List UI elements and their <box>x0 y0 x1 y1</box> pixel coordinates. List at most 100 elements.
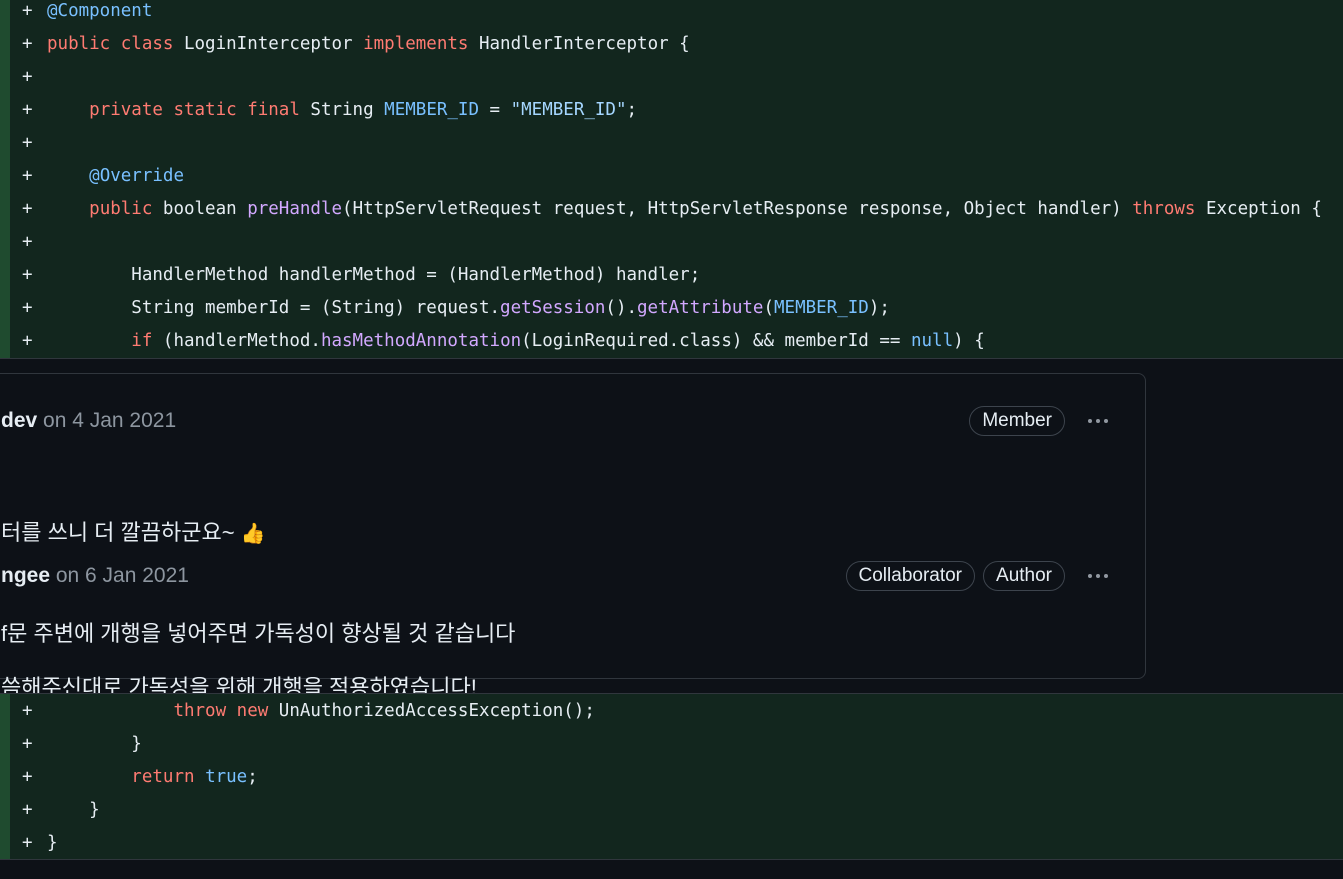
comment-date[interactable]: on 6 Jan 2021 <box>50 564 189 587</box>
diff-hunk-top: + @Component + public class LoginIntercepto… <box>0 0 1343 359</box>
comment-options-button[interactable] <box>1081 561 1115 591</box>
code-token: hasMethodAnnotation <box>320 331 522 351</box>
code-token: @Component <box>47 1 153 21</box>
code-token: ) { <box>953 331 985 351</box>
code-token: ); <box>868 298 890 318</box>
code-token: ; <box>247 767 258 787</box>
code-token: String <box>299 100 385 120</box>
code-token: if <box>131 331 153 351</box>
comment-badges: Collaborator Author <box>845 561 1065 591</box>
code-token: HandlerInterceptor { <box>468 34 690 54</box>
diff-line[interactable]: + @Component <box>0 0 1343 28</box>
diff-added-marker: + <box>22 833 33 853</box>
diff-added-marker: + <box>22 265 33 285</box>
diff-code: throw new UnAuthorizedAccessException(); <box>47 695 595 728</box>
code-token: getAttribute <box>637 298 764 318</box>
code-token: = <box>479 100 511 120</box>
diff-line[interactable]: +} <box>0 827 1343 860</box>
code-token: LoginInterceptor <box>173 34 364 54</box>
code-token: UnAuthorizedAccessException(); <box>268 701 595 721</box>
diff-code: private static final String MEMBER_ID = … <box>47 94 637 127</box>
code-token: String memberId = (String) request. <box>47 298 501 318</box>
author-badge: Author <box>983 561 1065 591</box>
diff-added-marker: + <box>22 133 33 153</box>
diff-code: return true; <box>47 761 258 794</box>
diff-line[interactable]: + if (handlerMethod.hasMethodAnnotation(… <box>0 325 1343 358</box>
code-token: MEMBER_ID <box>384 100 479 120</box>
diff-line[interactable]: + HandlerMethod handlerMethod = (Handler… <box>0 259 1343 292</box>
code-token: throw new <box>173 701 269 721</box>
code-token: null <box>910 331 954 351</box>
thumbs-up-icon: 👍 <box>240 523 266 545</box>
code-token: (LoginRequired.class) && memberId == <box>521 331 911 351</box>
code-token: } <box>47 800 100 820</box>
diff-code: } <box>47 827 58 860</box>
diff-line[interactable]: + } <box>0 728 1343 761</box>
comment-author[interactable]: ngee <box>1 564 50 587</box>
code-token: ; <box>626 100 638 120</box>
code-token: MEMBER_ID <box>774 298 869 318</box>
code-token: (handlerMethod. <box>152 331 321 351</box>
diff-code: @Override <box>47 160 184 193</box>
code-token: public class <box>47 34 174 54</box>
kebab-dot-icon <box>1088 574 1092 578</box>
code-token: ( <box>763 298 774 318</box>
diff-added-marker: + <box>22 1 33 21</box>
diff-code: public boolean preHandle(HttpServletRequ… <box>47 193 1322 226</box>
code-token: implements <box>363 34 469 54</box>
diff-added-marker: + <box>22 232 33 252</box>
diff-code: @Component <box>47 0 152 28</box>
code-token: Exception { <box>1195 199 1322 219</box>
diff-added-marker: + <box>22 767 33 787</box>
diff-line[interactable]: + return true; <box>0 761 1343 794</box>
diff-added-marker: + <box>22 34 33 54</box>
comment-header: dev on 4 Jan 2021 <box>1 404 176 438</box>
diff-line[interactable]: + public boolean preHandle(HttpServletRe… <box>0 193 1343 226</box>
diff-line[interactable]: + @Override <box>0 160 1343 193</box>
diff-hunk-bottom: + throw new UnAuthorizedAccessException(… <box>0 693 1343 860</box>
code-token: } <box>47 734 142 754</box>
diff-added-marker: + <box>22 67 33 87</box>
comment-date[interactable]: on 4 Jan 2021 <box>37 409 176 432</box>
review-thread-area: dev on 4 Jan 2021 Member 터를 쓰니 더 깔끔하군요~ … <box>0 359 1343 700</box>
code-token: getSession <box>500 298 606 318</box>
code-token: "MEMBER_ID" <box>510 100 627 120</box>
code-token: boolean <box>152 199 248 219</box>
code-token: (). <box>605 298 638 318</box>
code-token: HandlerMethod handlerMethod = (HandlerMe… <box>47 265 701 285</box>
code-token: } <box>47 833 58 853</box>
code-token: (HttpServletRequest request, HttpServlet… <box>342 199 1133 219</box>
kebab-dot-icon <box>1104 419 1108 423</box>
comment-header: ngee on 6 Jan 2021 <box>1 559 189 593</box>
diff-added-marker: + <box>22 734 33 754</box>
code-token: private static final <box>89 100 300 120</box>
diff-line[interactable]: + throw new UnAuthorizedAccessException(… <box>0 695 1343 728</box>
diff-code: String memberId = (String) request.getSe… <box>47 292 890 325</box>
diff-added-marker: + <box>22 100 33 120</box>
diff-line[interactable]: + public class LoginInterceptor implement… <box>0 28 1343 61</box>
diff-line[interactable]: + <box>0 61 1343 94</box>
diff-code: if (handlerMethod.hasMethodAnnotation(Lo… <box>47 325 985 358</box>
diff-code: public class LoginInterceptor implements… <box>47 28 690 61</box>
code-token: true <box>205 767 248 787</box>
code-token: throws <box>1132 199 1196 219</box>
diff-line[interactable]: + private static final String MEMBER_ID … <box>0 94 1343 127</box>
diff-line[interactable]: + String memberId = (String) request.get… <box>0 292 1343 325</box>
comment-author[interactable]: dev <box>1 409 37 432</box>
diff-added-marker: + <box>22 701 33 721</box>
collaborator-badge: Collaborator <box>845 561 976 591</box>
diff-line[interactable]: + } <box>0 794 1343 827</box>
diff-line[interactable]: + <box>0 226 1343 259</box>
code-token: return <box>131 767 195 787</box>
diff-code: } <box>47 794 100 827</box>
comment-badges: Member <box>969 406 1065 436</box>
diff-code: } <box>47 728 142 761</box>
diff-line[interactable]: + <box>0 127 1343 160</box>
comment-options-button[interactable] <box>1081 406 1115 436</box>
